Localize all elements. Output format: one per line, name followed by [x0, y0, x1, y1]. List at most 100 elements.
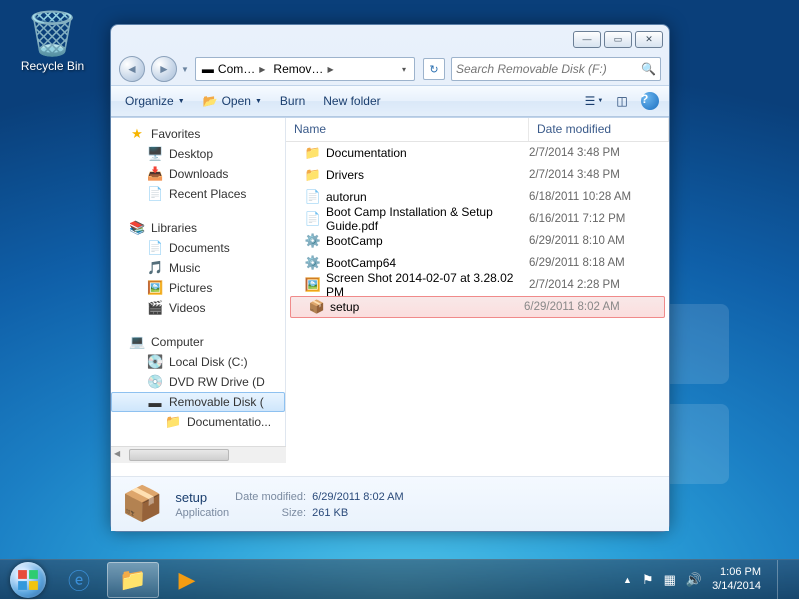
refresh-button[interactable]: ↻	[423, 58, 445, 80]
libraries-group[interactable]: 📚Libraries	[111, 218, 285, 238]
file-date: 6/29/2011 8:10 AM	[529, 235, 669, 247]
minimize-button[interactable]: —	[573, 31, 601, 48]
start-button[interactable]	[4, 561, 52, 599]
nav-forward-button[interactable]: ►	[151, 56, 177, 82]
file-name: Boot Camp Installation & Setup Guide.pdf	[322, 205, 529, 233]
computer-icon: 💻	[129, 334, 145, 350]
navpane-scrollbar[interactable]: ◀	[111, 446, 286, 463]
maximize-button[interactable]: ▭	[604, 31, 632, 48]
scrollbar-thumb[interactable]	[129, 449, 229, 461]
breadcrumb-computer[interactable]: ▬Com…▶	[198, 58, 270, 80]
nav-back-button[interactable]: ◄	[119, 56, 145, 82]
nav-local-c[interactable]: 💽Local Disk (C:)	[111, 352, 285, 372]
folder-icon: 📁	[304, 145, 322, 161]
file-name: BootCamp64	[322, 256, 529, 270]
organize-menu[interactable]: Organize▼	[119, 91, 191, 111]
volume-icon[interactable]: 🔊	[686, 572, 702, 588]
start-orb-icon	[10, 562, 46, 598]
taskbar-explorer[interactable]: 📁	[107, 562, 159, 598]
videos-icon: 🎬	[147, 300, 163, 316]
recycle-bin-label: Recycle Bin	[21, 59, 84, 73]
open-button[interactable]: 📂Open▼	[197, 91, 268, 111]
column-header-name[interactable]: Name	[286, 118, 529, 141]
taskbar-media-player[interactable]: ▶	[161, 562, 213, 598]
nav-videos[interactable]: 🎬Videos	[111, 298, 285, 318]
open-icon: 📂	[203, 94, 218, 108]
system-tray: ▲ ⚑ ▦ 🔊 1:06 PM 3/14/2014	[623, 560, 795, 600]
search-box[interactable]: 🔍	[451, 57, 661, 81]
help-button[interactable]: ?	[639, 90, 661, 112]
computer-group[interactable]: 💻Computer	[111, 332, 285, 352]
nav-desktop[interactable]: 🖥️Desktop	[111, 144, 285, 164]
address-bar[interactable]: ▬Com…▶ Remov…▶ ▾	[195, 57, 415, 81]
help-icon: ?	[641, 92, 659, 110]
music-icon: 🎵	[147, 260, 163, 276]
details-date: 6/29/2011 8:02 AM	[312, 491, 404, 503]
file-date: 2/7/2014 3:48 PM	[529, 169, 669, 181]
star-icon: ★	[129, 126, 145, 142]
nav-pictures[interactable]: 🖼️Pictures	[111, 278, 285, 298]
file-date: 6/29/2011 8:18 AM	[529, 257, 669, 269]
chevron-right-icon: ▶	[259, 65, 265, 74]
file-row[interactable]: ⚙️BootCamp6/29/2011 8:10 AM	[286, 230, 669, 252]
msi-icon: ⚙️	[304, 233, 322, 249]
file-row[interactable]: 📦setup6/29/2011 8:02 AM	[290, 296, 665, 318]
details-name: setup	[175, 490, 229, 505]
msi-icon: ⚙️	[304, 255, 322, 271]
nav-dvd[interactable]: 💿DVD RW Drive (D	[111, 372, 285, 392]
navigation-pane[interactable]: ★Favorites 🖥️Desktop 📥Downloads 📄Recent …	[111, 118, 286, 446]
recycle-bin[interactable]: 🗑️ Recycle Bin	[15, 10, 90, 73]
favorites-group[interactable]: ★Favorites	[111, 124, 285, 144]
file-row[interactable]: 📄Boot Camp Installation & Setup Guide.pd…	[286, 208, 669, 230]
search-icon: 🔍	[641, 62, 656, 76]
nav-history-dropdown[interactable]: ▼	[181, 65, 189, 74]
file-date: 6/16/2011 7:12 PM	[529, 213, 669, 225]
nav-removable-child[interactable]: 📁Documentatio...	[111, 412, 285, 432]
documents-icon: 📄	[147, 240, 163, 256]
tray-overflow[interactable]: ▲	[623, 575, 632, 585]
file-name: setup	[326, 300, 524, 314]
close-button[interactable]: ✕	[635, 31, 663, 48]
nav-documents[interactable]: 📄Documents	[111, 238, 285, 258]
recent-icon: 📄	[147, 186, 163, 202]
disk-icon: ▬	[202, 62, 214, 76]
recycle-bin-icon: 🗑️	[15, 10, 90, 59]
folder-icon: 📁	[165, 414, 181, 430]
file-row[interactable]: 🖼️Screen Shot 2014-02-07 at 3.28.02 PM2/…	[286, 274, 669, 296]
file-date: 6/29/2011 8:02 AM	[524, 301, 664, 313]
folder-icon: 📁	[304, 167, 322, 183]
titlebar[interactable]: — ▭ ✕	[111, 25, 669, 53]
downloads-icon: 📥	[147, 166, 163, 182]
file-date: 2/7/2014 2:28 PM	[529, 279, 669, 291]
file-row[interactable]: 📁Documentation2/7/2014 3:48 PM	[286, 142, 669, 164]
file-name: Screen Shot 2014-02-07 at 3.28.02 PM	[322, 271, 529, 299]
taskbar-ie[interactable]: ⓔ	[53, 562, 105, 598]
img-icon: 🖼️	[304, 277, 322, 293]
burn-button[interactable]: Burn	[274, 91, 311, 111]
breadcrumb-removable[interactable]: Remov…▶	[269, 58, 337, 80]
chevron-right-icon: ▶	[327, 65, 333, 74]
view-options-button[interactable]: ☰▼	[583, 90, 605, 112]
network-icon[interactable]: ▦	[664, 572, 676, 588]
clock[interactable]: 1:06 PM 3/14/2014	[712, 566, 761, 592]
address-dropdown[interactable]: ▾	[396, 65, 412, 74]
nav-downloads[interactable]: 📥Downloads	[111, 164, 285, 184]
libraries-icon: 📚	[129, 220, 145, 236]
chevron-down-icon: ▼	[597, 98, 603, 104]
action-center-icon[interactable]: ⚑	[642, 572, 654, 588]
column-header-date[interactable]: Date modified	[529, 118, 669, 141]
file-date: 2/7/2014 3:48 PM	[529, 147, 669, 159]
clock-date: 3/14/2014	[712, 580, 761, 593]
details-type: Application	[175, 507, 229, 519]
drive-icon: 💽	[147, 354, 163, 370]
nav-removable-disk[interactable]: ▬Removable Disk (	[111, 392, 285, 412]
nav-music[interactable]: 🎵Music	[111, 258, 285, 278]
exe-icon: 📦	[308, 299, 326, 315]
search-input[interactable]	[456, 62, 641, 76]
new-folder-button[interactable]: New folder	[317, 91, 386, 111]
nav-recent[interactable]: 📄Recent Places	[111, 184, 285, 204]
file-name: Documentation	[322, 146, 529, 160]
show-desktop-button[interactable]	[777, 560, 789, 600]
file-row[interactable]: 📁Drivers2/7/2014 3:48 PM	[286, 164, 669, 186]
preview-pane-button[interactable]: ◫	[611, 90, 633, 112]
